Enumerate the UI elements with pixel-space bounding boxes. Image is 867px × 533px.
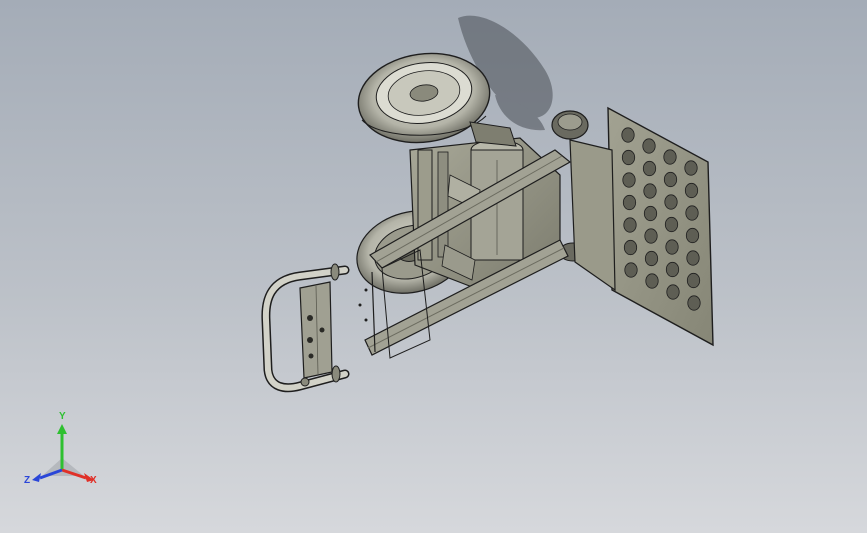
plate-hole	[665, 239, 679, 255]
plate-hole	[622, 194, 637, 211]
plate-hole	[642, 160, 657, 177]
plate-hole	[643, 205, 658, 222]
plate-hole	[685, 205, 699, 221]
y-arrowhead-icon	[57, 424, 67, 434]
plate-hole	[664, 194, 678, 210]
plate-hole	[623, 217, 637, 233]
plate-hole	[644, 228, 658, 244]
plate-hole	[684, 160, 698, 176]
hand-truck-3d-model[interactable]	[0, 0, 867, 533]
cad-viewport[interactable]: Y X Z	[0, 0, 867, 533]
nose-plate[interactable]	[569, 106, 714, 347]
plate-hole	[642, 138, 656, 154]
plate-hole	[684, 182, 699, 199]
plate-hole	[663, 149, 677, 165]
x-axis-label: X	[90, 475, 97, 486]
plate-hole	[621, 127, 635, 143]
plate-hole	[645, 273, 659, 289]
plate-hole	[685, 227, 700, 244]
plate-hole	[624, 262, 638, 278]
plate-hole	[666, 284, 680, 300]
handle-grip-block[interactable]	[299, 281, 333, 387]
plate-hole	[664, 216, 679, 233]
orientation-triad[interactable]: Y X Z	[22, 412, 106, 494]
plate-hole	[643, 183, 657, 199]
plate-hole	[663, 171, 678, 188]
plate-hole	[621, 149, 636, 166]
plate-hole	[686, 272, 701, 289]
plate-hole	[622, 172, 636, 188]
plate-hole	[687, 295, 701, 311]
wheel-bracket	[469, 121, 517, 147]
y-axis-label: Y	[59, 411, 66, 422]
plate-hole	[665, 261, 680, 278]
plate-hole	[644, 250, 659, 267]
plate-hole	[686, 250, 700, 266]
z-axis-label: Z	[24, 475, 31, 486]
side-knob-top[interactable]	[551, 110, 589, 140]
z-arrowhead-icon	[32, 473, 41, 482]
plate-hole	[623, 239, 638, 256]
